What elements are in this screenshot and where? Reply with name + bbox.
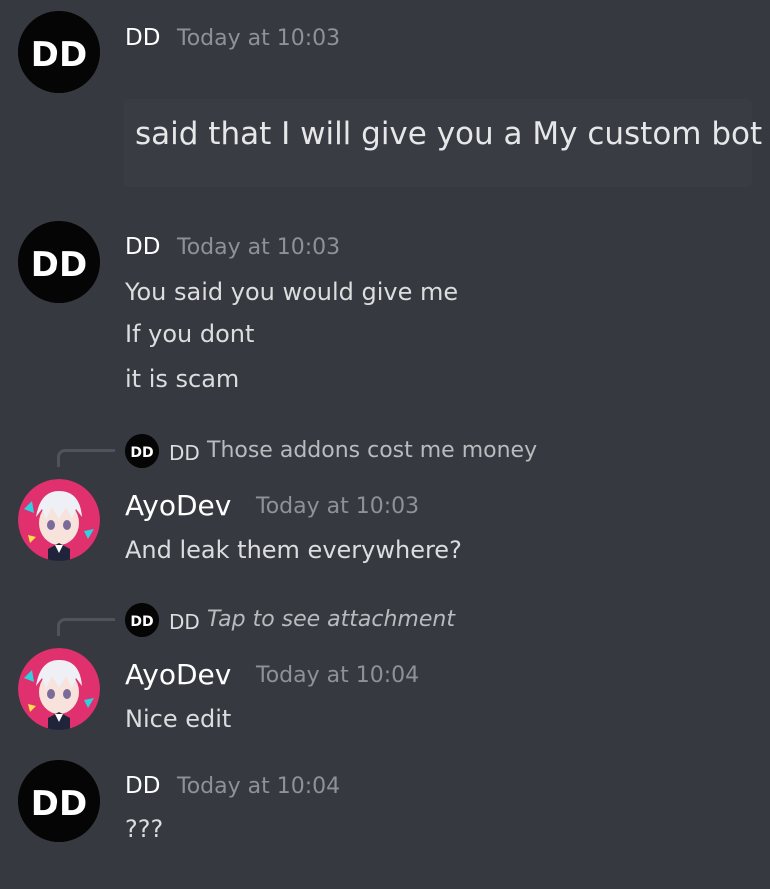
username[interactable]: DD <box>125 25 160 51</box>
username[interactable]: AyoDev <box>125 658 231 691</box>
dd-logo-icon: DD <box>18 760 100 842</box>
message-text: Nice edit <box>125 705 232 733</box>
avatar-dd[interactable]: DD <box>18 11 100 93</box>
timestamp: Today at 10:03 <box>177 26 341 51</box>
timestamp: Today at 10:04 <box>177 774 341 799</box>
message-text: it is scam <box>125 365 240 393</box>
message-text: And leak them everywhere? <box>125 536 462 564</box>
avatar-ayodev[interactable] <box>18 648 100 730</box>
reply-avatar-dd[interactable]: DD <box>125 434 159 468</box>
svg-text:DD: DD <box>130 445 153 461</box>
timestamp: Today at 10:03 <box>177 235 341 260</box>
timestamp: Today at 10:04 <box>256 663 420 688</box>
reply-preview[interactable]: Those addons cost me money <box>207 438 537 463</box>
reply-author[interactable]: DD <box>169 610 200 634</box>
reply-connector <box>57 618 115 636</box>
attachment-text: said that I will give you a My custom bo… <box>135 116 763 152</box>
reply-avatar-dd[interactable]: DD <box>125 603 159 637</box>
reply-preview[interactable]: Tap to see attachment <box>207 607 455 632</box>
message-text: You said you would give me <box>125 278 459 306</box>
dd-logo-icon: DD <box>125 434 159 468</box>
dd-logo-icon: DD <box>18 221 100 303</box>
timestamp: Today at 10:03 <box>256 494 420 519</box>
anime-avatar-icon <box>18 648 100 730</box>
reply-connector <box>57 449 115 467</box>
avatar-ayodev[interactable] <box>18 479 100 561</box>
username[interactable]: DD <box>125 773 160 799</box>
reply-author[interactable]: DD <box>169 441 200 465</box>
message-text: If you dont <box>125 320 255 348</box>
avatar-dd[interactable]: DD <box>18 760 100 842</box>
svg-text:DD: DD <box>130 614 153 630</box>
dd-logo-icon: DD <box>18 11 100 93</box>
message-text: ??? <box>125 815 164 843</box>
username[interactable]: AyoDev <box>125 489 231 522</box>
dd-logo-icon: DD <box>125 603 159 637</box>
anime-avatar-icon <box>18 479 100 561</box>
avatar-dd[interactable]: DD <box>18 221 100 303</box>
username[interactable]: DD <box>125 234 160 260</box>
